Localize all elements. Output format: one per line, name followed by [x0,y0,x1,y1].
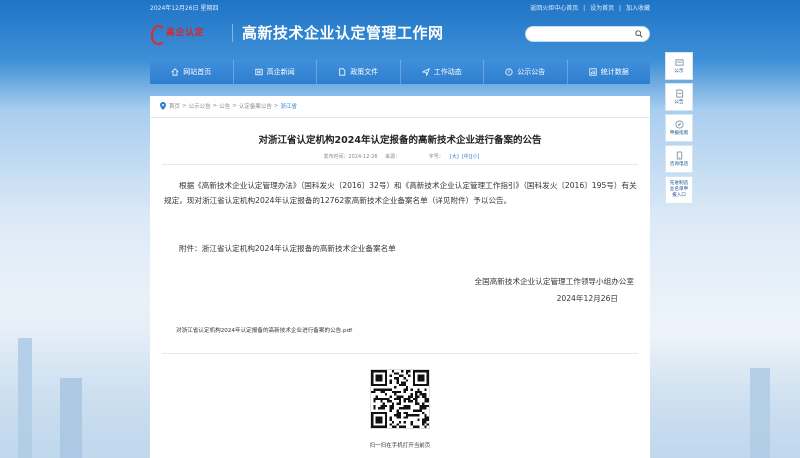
logo-text: 高企认定 [166,27,205,38]
search-icon[interactable] [635,30,643,38]
top-bar: 2024年12月26日 星期四 返回火炬中心首页 | 设为首页 | 加入收藏 [0,0,800,16]
side-item-label: 先进制造业名单申报入口 [669,181,689,198]
font-size-small-button[interactable]: [小] [471,154,480,160]
pdf-attachment-link[interactable]: 对浙江省认定机构2024年认定报备的高新技术企业进行备案的公告.pdf [176,326,352,334]
font-size-medium-button[interactable]: [中] [462,154,471,160]
nav-item-policy[interactable]: 政策文件 [317,60,401,84]
top-links: 返回火炬中心首页 | 设为首页 | 加入收藏 [527,3,650,12]
site-logo[interactable]: 高企认定 INNOVATION COMPANY [150,20,230,46]
breadcrumb-filing-notice[interactable]: 认定备案公告 [239,102,272,110]
nav-item-label: 政策文件 [350,68,379,76]
link-torch-home[interactable]: 返回火炬中心首页 [530,5,578,12]
qr-code [370,369,430,429]
side-item-label: 公示 [674,68,684,74]
link-separator: | [583,5,586,12]
link-add-favorite[interactable]: 加入收藏 [626,5,650,12]
search-input[interactable] [532,29,630,39]
link-separator: | [619,5,622,12]
news-icon [255,68,263,76]
attachment-note: 附件：浙江省认定机构2024年认定报备的高新技术企业备案名单 [179,244,396,253]
font-size-large-button[interactable]: [大] [450,154,459,160]
search-box [525,26,650,42]
nav-item-label: 公示公告 [517,68,546,76]
breadcrumb-separator: > [212,103,218,109]
nav-item-home[interactable]: 网站首页 [150,60,234,84]
site-title: 高新技术企业认定管理工作网 [242,24,444,42]
nav-item-work-news[interactable]: 工作动态 [401,60,484,84]
side-item-notice[interactable]: 公示 [665,52,693,80]
breadcrumb-separator: > [182,103,187,109]
side-item-announcement[interactable]: 公告 [665,83,693,111]
qr-caption: 扫一扫在手机打开当前页 [369,443,431,449]
logo-subtext: INNOVATION COMPANY [166,37,210,42]
side-item-label: 咨询电话 [669,161,689,167]
side-item-hotline[interactable]: 咨询电话 [665,145,693,173]
announcement-icon [675,88,683,98]
side-toolbar: 公示 公告 申报指南 咨询电话 先进制造业名单申报入口 [665,52,693,207]
chart-icon [589,68,597,76]
side-item-guide[interactable]: 申报指南 [665,114,693,142]
compass-icon [674,119,684,129]
nav-item-label: 高企新闻 [266,68,295,76]
logo-mark-icon [150,23,166,45]
article-meta: 发布时间：2024-12-26 来源： 字号： [大] [中][小] [150,153,650,160]
breadcrumb-notice[interactable]: 公告 [219,102,230,110]
article-panel: 首页 > 公示公告 > 公告 > 认定备案公告 > 浙江省 对浙江省认定机构20… [150,96,650,458]
breadcrumb-current[interactable]: 浙江省 [281,102,298,110]
article-source: 来源： [385,154,401,160]
main-nav: 网站首页 高企新闻 政策文件 工作动态 公示公告 统计数据 [150,60,650,84]
phone-icon [676,150,682,160]
home-icon [171,68,179,76]
divider [162,164,638,165]
send-icon [421,68,430,76]
current-date: 2024年12月26日 星期四 [150,5,219,12]
nav-item-announcements[interactable]: 公示公告 [484,60,568,84]
publish-date: 发布时间：2024-12-26 [323,154,378,160]
nav-item-label: 网站首页 [183,68,212,76]
nav-item-statistics[interactable]: 统计数据 [568,60,651,84]
signature-date: 2024年12月26日 [556,294,618,303]
breadcrumb-separator: > [232,103,237,109]
skyline-left-decoration [0,298,150,458]
nav-item-news[interactable]: 高企新闻 [234,60,317,84]
font-size-label: 字号： [428,154,444,160]
breadcrumb-home[interactable]: 首页 [169,102,180,110]
skyline-right-decoration [650,338,800,458]
notice-icon [674,58,684,66]
announcement-icon [505,68,513,76]
breadcrumb: 首页 > 公示公告 > 公告 > 认定备案公告 > 浙江省 [160,102,297,110]
location-pin-icon [160,102,166,110]
breadcrumb-separator: > [273,103,279,109]
article-title: 对浙江省认定机构2024年认定报备的高新技术企业进行备案的公告 [258,135,542,146]
side-item-manufacturing-entry[interactable]: 先进制造业名单申报入口 [665,176,693,204]
signature-organization: 全国高新技术企业认定管理工作领导小组办公室 [474,277,634,286]
link-set-homepage[interactable]: 设为首页 [590,5,614,12]
divider [150,117,650,118]
logo-divider [232,24,233,42]
nav-item-label: 工作动态 [433,68,462,76]
document-icon [339,68,346,76]
nav-item-label: 统计数据 [600,68,629,76]
divider [162,353,638,354]
side-item-label: 申报指南 [669,130,689,136]
side-item-label: 公告 [674,99,684,105]
breadcrumb-announcements[interactable]: 公示公告 [189,102,211,110]
article-paragraph: 根据《高新技术企业认定管理办法》（国科发火〔2016〕32号）和《高新技术企业认… [164,181,637,205]
